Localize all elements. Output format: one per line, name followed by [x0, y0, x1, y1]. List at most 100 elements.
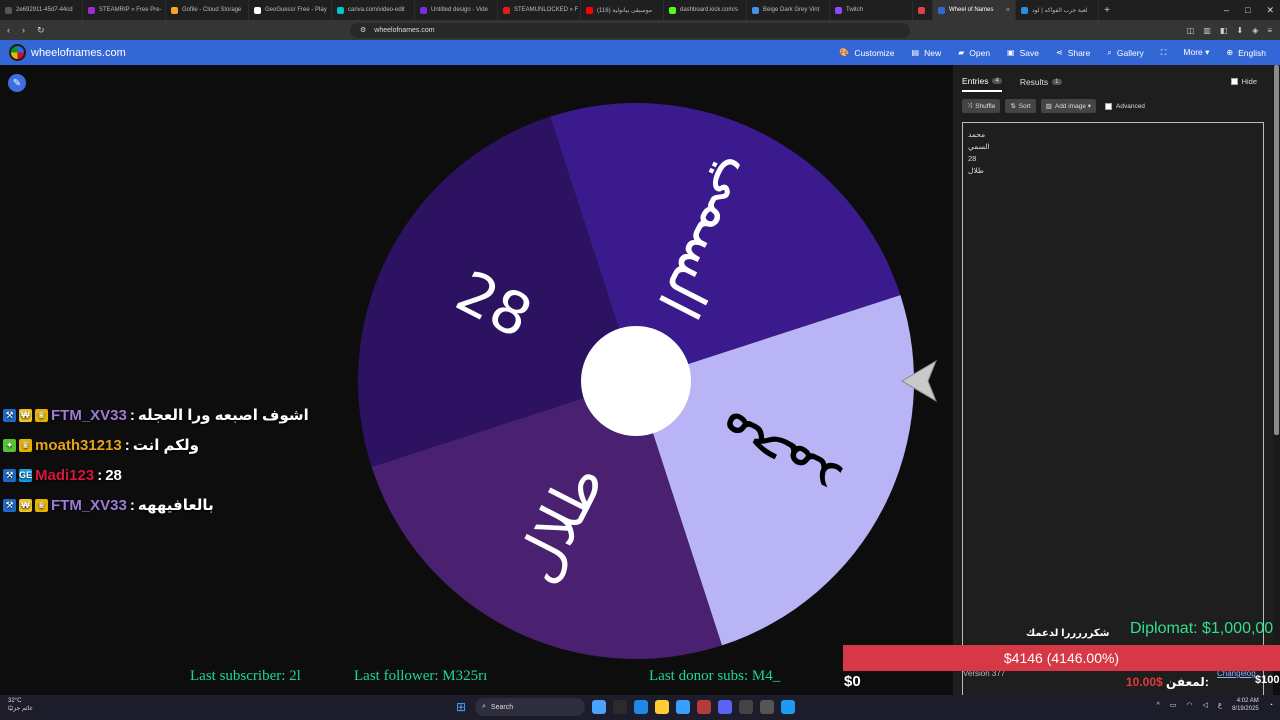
tab-results[interactable]: Results 1 [1020, 76, 1062, 92]
wifi-icon[interactable]: ◠ [1186, 701, 1192, 709]
taskbar-app-icon[interactable] [613, 700, 627, 714]
add-button[interactable]: ▨ Add image ▾ [1040, 99, 1097, 113]
edit-icon[interactable]: ✎ [8, 74, 26, 92]
forward-icon[interactable]: › [22, 25, 25, 36]
taskbar-app-icon[interactable] [781, 700, 795, 714]
browser-tab[interactable]: canva.com/video-edit [332, 0, 415, 20]
clock[interactable]: 4:02 AM 8/19/2025 [1232, 697, 1259, 713]
tab-entries[interactable]: Entries 4 [962, 76, 1002, 92]
new-tab-button[interactable]: + [1099, 5, 1115, 16]
page-scrollbar[interactable] [1273, 65, 1280, 645]
advanced-checkbox[interactable] [1105, 102, 1113, 110]
weather-widget[interactable]: 32°C غائم جزئيًا [8, 697, 33, 713]
taskbar-app-icon[interactable] [655, 700, 669, 714]
more-button[interactable]: More ▾ [1183, 47, 1209, 58]
entries-textarea[interactable]: محمد السمي 28 طلال [962, 122, 1264, 695]
url-field[interactable]: ⚙ wheelofnames.com [350, 22, 910, 38]
donation-progress-text: $4146 (4146.00%) [1003, 650, 1120, 666]
chat-username[interactable]: moath31213 [35, 437, 122, 454]
chat-username[interactable]: FTM_XV33 [51, 497, 127, 514]
reload-icon[interactable]: ↻ [37, 25, 45, 36]
chat-username[interactable]: FTM_XV33 [51, 407, 127, 424]
sidebar-icon[interactable]: ▥ [1203, 26, 1211, 35]
browser-tab[interactable]: Wheel of Names × [933, 0, 1016, 20]
scroll-thumb[interactable] [1274, 65, 1279, 435]
advanced-toggle[interactable]: Advanced [1105, 99, 1145, 113]
tab-title: Twitch [846, 7, 864, 13]
taskbar-app-icon[interactable] [676, 700, 690, 714]
search-icon: ⌕ [482, 703, 486, 710]
taskbar-app-icon[interactable] [718, 700, 732, 714]
browser-tab[interactable]: Beige Dark Grey Vint [747, 0, 830, 20]
tab-favicon-icon [171, 6, 178, 14]
taskbar-search[interactable]: ⌕ Search [475, 698, 585, 716]
tray-chevron-icon[interactable]: ^ [1156, 702, 1159, 709]
browser-tab[interactable]: Gofile - Cloud Storage [166, 0, 249, 20]
browser-tab[interactable]: GeoGuessr Free - Play [249, 0, 332, 20]
chat-text: بالعافيههه [137, 497, 214, 514]
browser-tab[interactable]: dashboard.kick.com/s [664, 0, 747, 20]
downloads-icon[interactable]: ⬇ [1236, 26, 1243, 35]
browser-tab[interactable]: Untitled design - Vide [415, 0, 498, 20]
stream-chat: ⚒ ₩ ♛ FTM_XV33: اشوف اصبعه ورا العجله ✦ ♛ moath… [3, 400, 323, 520]
wheel-canvas[interactable]: السميمحمدطلال28 [0, 65, 953, 695]
site-info-icon[interactable]: ⚙ [360, 26, 366, 34]
sort-button[interactable]: ⇅ Sort [1005, 99, 1036, 113]
volume-icon[interactable]: ◁ [1202, 701, 1207, 709]
shuffle-button[interactable]: ⤨ Shuffle [962, 99, 1001, 113]
chat-badge-icon: ✦ [3, 438, 16, 452]
tab-title: STEAMRIP » Free Pre- [99, 7, 162, 13]
start-icon[interactable]: ⊞ [456, 701, 468, 713]
browser-tab[interactable]: Twitch [830, 0, 913, 20]
browser-tab[interactable]: STEAMRIP » Free Pre- [83, 0, 166, 20]
hide-toggle[interactable]: Hide [1230, 77, 1257, 86]
new-label: New [924, 47, 942, 58]
close-window-button[interactable]: ✕ [1266, 5, 1274, 16]
maximize-button[interactable]: □ [1245, 5, 1250, 15]
notifications-icon[interactable]: ◔ [1269, 702, 1273, 709]
last-donor: Last donor subs: M4_ [649, 668, 781, 684]
tab-title: 2e692911-45d7-44cd [16, 7, 73, 13]
minimize-button[interactable]: – [1224, 5, 1229, 15]
tab-favicon-icon [254, 6, 261, 14]
keyboard-language[interactable]: ع [1218, 701, 1222, 709]
language-button[interactable]: ⊕ English [1226, 47, 1266, 58]
battery-icon[interactable]: ▭ [1170, 701, 1177, 709]
wheel-center-button[interactable] [581, 326, 691, 436]
browser-tab[interactable]: (116) موسيقى بيانولية [581, 0, 664, 20]
back-icon[interactable]: ‹ [7, 25, 10, 36]
tab-count-badge: 4 [992, 78, 1002, 84]
taskbar-app-icon[interactable] [760, 700, 774, 714]
gallery-icon: ⌕ [1107, 47, 1112, 57]
taskbar-app-icon[interactable] [739, 700, 753, 714]
toolbar-menu: 🎨 Customize ▤ New ▰ Open ▣ Save ⋖ Share ⌕ Gallery ⛶ M… [839, 47, 1266, 58]
new-button[interactable]: ▤ New [912, 47, 942, 58]
taskbar-app-icon[interactable] [592, 700, 606, 714]
gallery-button[interactable]: ⌕ Gallery [1107, 47, 1143, 58]
tab-title: Wheel of Names [949, 7, 994, 13]
wallet-icon[interactable]: ◧ [1220, 26, 1228, 35]
tab-close-icon[interactable]: × [1006, 7, 1010, 14]
save-button[interactable]: ▣ Save [1007, 47, 1039, 58]
browser-tab[interactable]: 2e692911-45d7-44cd [0, 0, 83, 20]
url-text: wheelofnames.com [374, 26, 435, 34]
share-button[interactable]: ⋖ Share [1056, 47, 1090, 58]
customize-button[interactable]: 🎨 Customize [839, 47, 894, 58]
site-name[interactable]: wheelofnames.com [31, 47, 126, 59]
chat-username[interactable]: Madi123 [35, 467, 94, 484]
menu-icon[interactable]: ≡ [1267, 26, 1272, 35]
browser-tab[interactable]: لعبة حرب الفواكه | لود [1016, 0, 1099, 20]
wheel-logo-icon[interactable] [9, 44, 26, 61]
fullscreen-button[interactable]: ⛶ [1161, 47, 1167, 58]
extensions-icon[interactable]: ◫ [1187, 26, 1195, 35]
open-button[interactable]: ▰ Open [958, 47, 990, 58]
browser-tab[interactable]: STEAMUNLOCKED » F [498, 0, 581, 20]
tab-title: Untitled design - Vide [431, 7, 488, 13]
taskbar-app-icon[interactable] [634, 700, 648, 714]
taskbar-app-icon[interactable] [697, 700, 711, 714]
hide-checkbox[interactable] [1230, 78, 1238, 85]
tab-favicon-icon [503, 6, 510, 14]
vpn-icon[interactable]: ◈ [1252, 26, 1258, 35]
browser-tab[interactable] [913, 0, 933, 20]
chat-separator: : [97, 466, 103, 484]
